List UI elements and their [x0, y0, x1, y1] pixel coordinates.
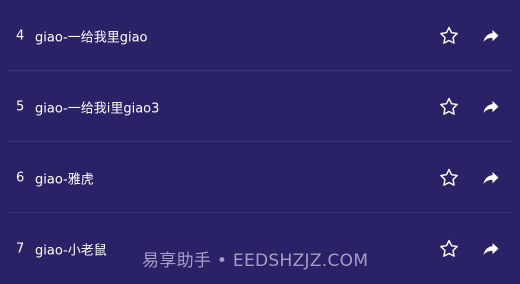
list-item[interactable]: 6 giao-雅虎 [0, 142, 520, 213]
share-arrow-icon[interactable] [480, 167, 502, 189]
track-title[interactable]: giao-一给我里giao [35, 26, 148, 45]
star-outline-icon[interactable] [437, 166, 461, 190]
track-title[interactable]: giao-雅虎 [35, 168, 94, 187]
track-number: 5 [16, 99, 25, 114]
share-arrow-icon[interactable] [480, 238, 502, 260]
share-arrow-icon[interactable] [480, 25, 502, 47]
track-number: 6 [16, 170, 25, 185]
list-item[interactable]: 5 giao-一给我i里giao3 [0, 71, 520, 142]
star-outline-icon[interactable] [437, 24, 461, 48]
watermark: 易享助手 • EEDSHZJZ.COM [142, 251, 369, 271]
star-outline-icon[interactable] [437, 95, 461, 119]
track-title[interactable]: giao-一给我i里giao3 [35, 97, 159, 116]
track-title[interactable]: giao-小老鼠 [35, 239, 107, 258]
star-outline-icon[interactable] [437, 237, 461, 261]
track-list: 4 giao-一给我里giao 5 giao-一给我i里giao3 6 giao… [0, 0, 520, 284]
share-arrow-icon[interactable] [480, 96, 502, 118]
list-item[interactable]: 4 giao-一给我里giao [0, 0, 520, 71]
track-number: 7 [16, 241, 25, 256]
track-number: 4 [16, 28, 25, 43]
